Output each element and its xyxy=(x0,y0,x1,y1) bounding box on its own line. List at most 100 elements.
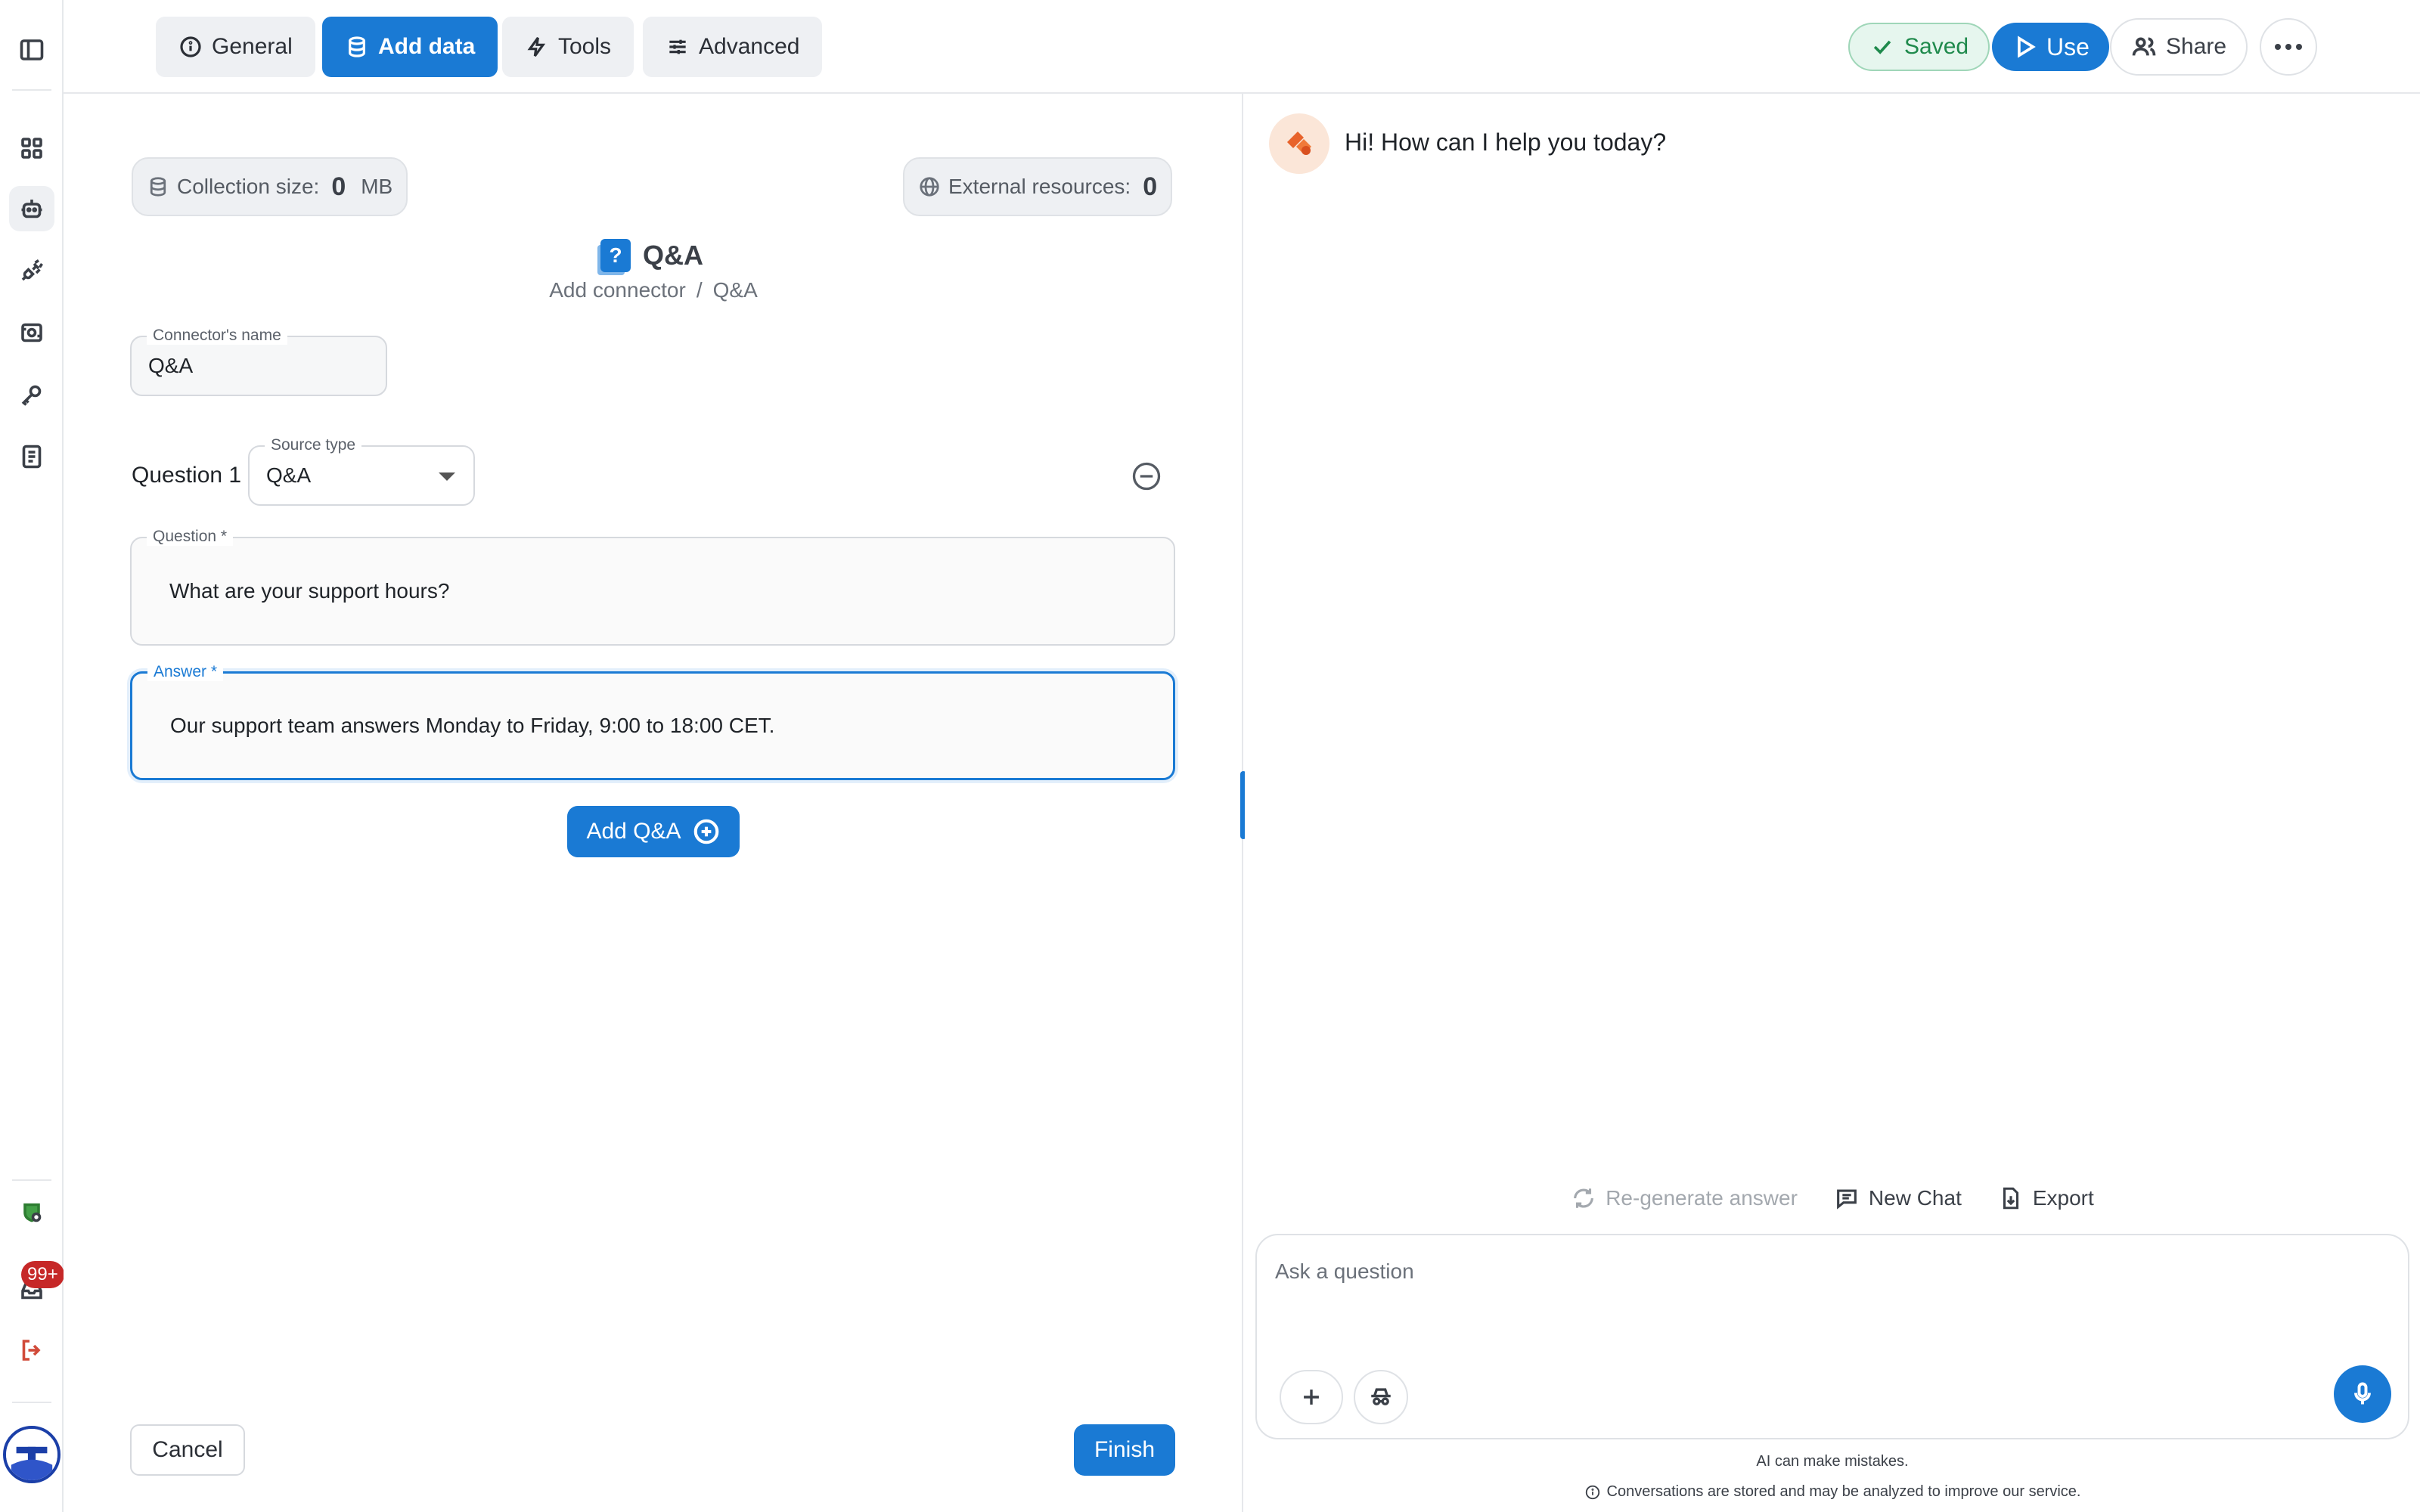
app-root: 99+ General Add data Tools Advanced Save xyxy=(0,0,2420,1512)
key-icon xyxy=(21,385,42,406)
add-qa-label: Add Q&A xyxy=(586,819,681,844)
use-label: Use xyxy=(2046,33,2090,60)
info-icon xyxy=(180,36,201,57)
saved-status-badge: Saved xyxy=(1848,23,1990,71)
chat-bubble-icon xyxy=(1837,1189,1857,1210)
source-type-select[interactable]: Source type Q&A xyxy=(248,436,475,506)
notification-badge: 99+ xyxy=(21,1261,64,1288)
source-type-label: Source type xyxy=(265,436,362,454)
left-rail: 99+ xyxy=(0,0,64,1512)
grid-icon xyxy=(21,138,42,159)
chat-actions: Re-generate answer New Chat Export xyxy=(1245,1185,2420,1211)
rail-item-docs[interactable] xyxy=(9,434,54,479)
rail-item-keys[interactable] xyxy=(9,372,54,417)
rail-divider xyxy=(12,89,51,91)
finish-button[interactable]: Finish xyxy=(1074,1424,1175,1476)
sliders-icon xyxy=(669,39,686,54)
connector-name-label: Connector's name xyxy=(147,327,287,345)
voice-input-button[interactable] xyxy=(2334,1365,2391,1423)
toggle-sidebar-button[interactable] xyxy=(9,27,54,73)
robot-icon xyxy=(21,200,42,218)
external-resources-label: External resources: xyxy=(948,175,1131,198)
users-icon xyxy=(2132,37,2156,56)
more-options-button[interactable] xyxy=(2260,18,2317,76)
check-icon xyxy=(1873,40,1891,54)
refresh-icon xyxy=(1574,1188,1594,1208)
connector-title-text: Q&A xyxy=(643,240,703,271)
bolt-icon xyxy=(527,37,546,57)
use-button[interactable]: Use xyxy=(1992,23,2109,71)
answer-value: Our support team answers Monday to Frida… xyxy=(170,714,775,737)
rail-divider xyxy=(12,1179,51,1181)
rail-item-team[interactable] xyxy=(9,1190,54,1235)
export-button[interactable]: Export xyxy=(1998,1185,2094,1211)
new-chat-label: New Chat xyxy=(1868,1186,1962,1210)
chat-input[interactable] xyxy=(1275,1253,2379,1290)
connector-editor: Collection size: 0 MB External resources… xyxy=(64,94,1243,1512)
logout-button[interactable] xyxy=(9,1328,54,1373)
assistant-greeting: Hi! How can I help you today? xyxy=(1345,129,1667,156)
ai-disclaimer: AI can make mistakes. xyxy=(1756,1453,1909,1470)
rail-divider xyxy=(12,1402,51,1403)
source-type-value: Q&A xyxy=(266,463,312,487)
plus-icon xyxy=(1304,1390,1319,1405)
tab-label: Add data xyxy=(378,34,476,59)
collection-size-label: Collection size: xyxy=(177,175,320,198)
ellipsis-icon xyxy=(2275,44,2302,50)
info-icon xyxy=(1585,1485,1599,1499)
external-resources-value: 0 xyxy=(1143,172,1158,201)
export-label: Export xyxy=(2032,1186,2094,1210)
tab-general[interactable]: General xyxy=(156,17,315,77)
globe-icon xyxy=(920,177,939,197)
add-qa-button[interactable]: Add Q&A xyxy=(567,806,740,857)
scan-icon xyxy=(21,323,42,342)
privacy-disclaimer: Conversations are stored and may be anal… xyxy=(1245,1483,2420,1501)
privacy-disclaimer-text: Conversations are stored and may be anal… xyxy=(1606,1483,2081,1500)
tab-label: General xyxy=(212,34,293,59)
breadcrumb-separator: / xyxy=(696,278,703,302)
question-label: Question * xyxy=(147,528,234,546)
breadcrumb: Add connector / Q&A xyxy=(64,278,1243,302)
rail-item-dashboard[interactable] xyxy=(9,125,54,171)
regenerate-answer-button[interactable]: Re-generate answer xyxy=(1571,1185,1798,1211)
question-value: What are your support hours? xyxy=(169,579,450,603)
tab-tools[interactable]: Tools xyxy=(502,17,634,77)
remove-question-icon[interactable] xyxy=(1130,460,1163,493)
answer-field[interactable]: Answer * Our support team answers Monday… xyxy=(130,663,1175,780)
logout-icon xyxy=(22,1340,41,1361)
team-crest-icon xyxy=(23,1203,42,1222)
collection-size-value: 0 xyxy=(331,172,346,201)
share-button[interactable]: Share xyxy=(2110,18,2248,76)
rail-item-integrations[interactable] xyxy=(9,248,54,293)
regenerate-answer-label: Re-generate answer xyxy=(1606,1186,1798,1210)
connector-name-field[interactable]: Connector's name Q&A xyxy=(130,327,387,396)
assistant-avatar xyxy=(1269,113,1329,174)
assistant-logo-icon xyxy=(1287,132,1311,155)
rail-item-assistants[interactable] xyxy=(9,186,54,231)
breadcrumb-add-connector[interactable]: Add connector xyxy=(549,278,686,302)
new-chat-button[interactable]: New Chat xyxy=(1834,1185,1962,1211)
caret-down-icon xyxy=(439,472,455,481)
user-avatar[interactable] xyxy=(3,1426,60,1483)
plus-circle-icon xyxy=(693,819,718,844)
avatar-logo-icon xyxy=(6,1429,57,1480)
connector-title: ? Q&A xyxy=(600,239,703,272)
incognito-button[interactable] xyxy=(1354,1370,1408,1424)
attach-button[interactable] xyxy=(1280,1370,1343,1424)
plug-icon xyxy=(21,259,43,281)
question-book-icon: ? xyxy=(600,239,631,272)
question-field[interactable]: Question * What are your support hours? xyxy=(130,528,1175,646)
connector-name-value: Q&A xyxy=(148,354,194,377)
tab-advanced[interactable]: Advanced xyxy=(643,17,823,77)
saved-label: Saved xyxy=(1904,34,1969,59)
cancel-button[interactable]: Cancel xyxy=(130,1424,245,1476)
share-label: Share xyxy=(2166,34,2227,59)
top-bar: General Add data Tools Advanced Saved Us… xyxy=(64,0,2420,94)
sidebar-panel-icon xyxy=(20,39,44,60)
tab-label: Advanced xyxy=(699,34,800,59)
microphone-icon xyxy=(2354,1382,2371,1405)
answer-label: Answer * xyxy=(147,663,224,681)
collection-size-unit: MB xyxy=(361,175,393,198)
rail-item-scan[interactable] xyxy=(9,310,54,355)
tab-add-data[interactable]: Add data xyxy=(322,17,498,77)
